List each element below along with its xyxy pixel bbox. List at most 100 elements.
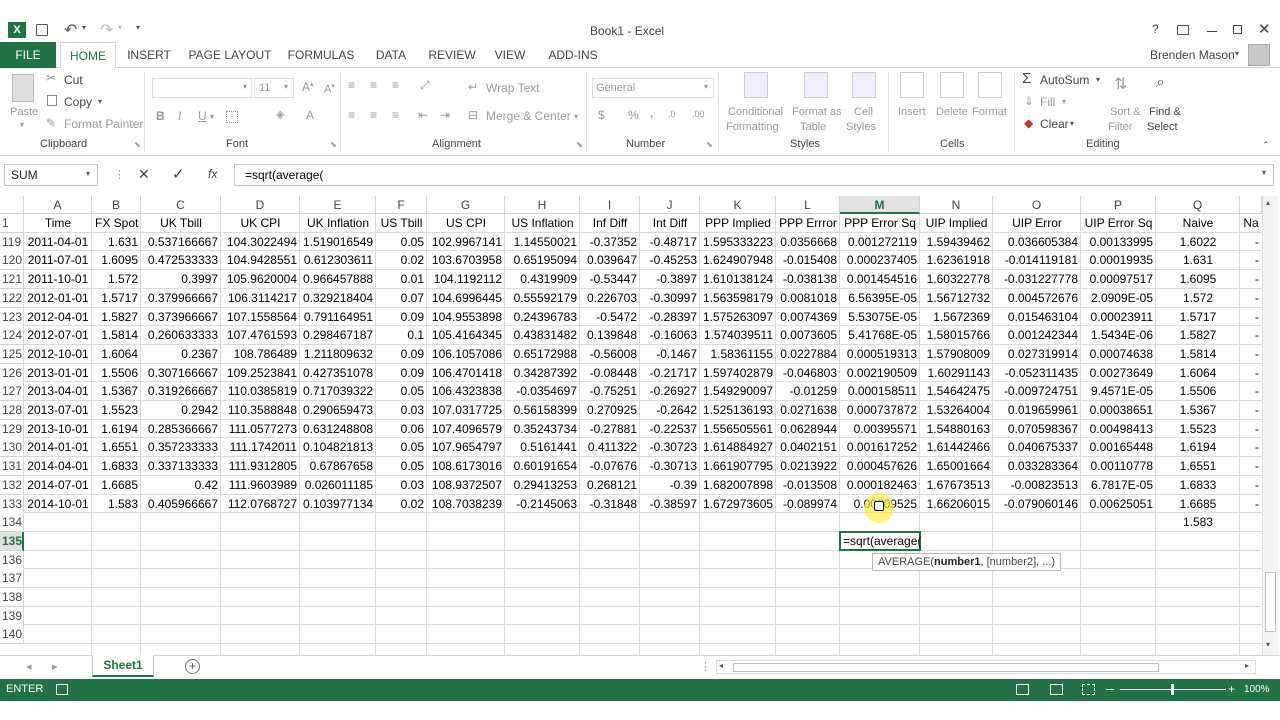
data-cell[interactable]: 106.3114217 xyxy=(221,289,300,308)
save-icon[interactable] xyxy=(36,24,48,36)
data-cell[interactable]: 1.624907948 xyxy=(700,251,776,270)
percent-button[interactable]: % xyxy=(628,108,639,122)
data-cell[interactable]: 1.519016549 xyxy=(300,233,376,252)
data-cell[interactable]: 0.000457626 xyxy=(840,457,920,476)
align-right-icon[interactable]: ≡ xyxy=(392,108,399,122)
column-title[interactable]: UIP Error Sq xyxy=(1081,214,1156,233)
format-as-table-icon[interactable] xyxy=(804,72,828,98)
cell-styles-label2[interactable]: Styles xyxy=(846,121,876,133)
data-cell-partial[interactable]: - xyxy=(1240,345,1262,364)
data-cell[interactable]: 1.5523 xyxy=(92,401,141,420)
data-cell[interactable]: 1.53264004 xyxy=(920,401,993,420)
collapse-ribbon-icon[interactable]: ⌃ xyxy=(1262,140,1270,151)
data-cell[interactable]: 108.9372507 xyxy=(427,476,505,495)
data-cell-partial[interactable]: - xyxy=(1240,495,1262,514)
data-cell[interactable]: 0.00019935 xyxy=(1081,251,1156,270)
column-header[interactable]: F xyxy=(376,196,427,214)
row-header[interactable]: 128 xyxy=(0,401,24,420)
row-header[interactable]: 136 xyxy=(0,550,24,570)
data-cell[interactable]: 0.24396783 xyxy=(505,308,580,327)
data-cell[interactable]: 111.9312805 xyxy=(221,457,300,476)
find-select-button[interactable]: Find & xyxy=(1149,106,1181,118)
data-cell[interactable]: 1.60291143 xyxy=(920,364,993,383)
column-title[interactable]: UK Tbill xyxy=(141,214,221,233)
data-cell[interactable]: 112.0768727 xyxy=(221,495,300,514)
row-header[interactable]: 132 xyxy=(0,475,24,495)
data-cell[interactable]: 1.60322778 xyxy=(920,270,993,289)
conditional-formatting-label2[interactable]: Formatting xyxy=(726,121,779,133)
data-cell[interactable]: 0.00097517 xyxy=(1081,270,1156,289)
format-painter-button[interactable]: Format Painter xyxy=(64,117,143,131)
data-cell[interactable]: 0.05 xyxy=(376,457,427,476)
data-cell[interactable]: 0.0227884 xyxy=(776,345,840,364)
data-cell[interactable]: 1.62361918 xyxy=(920,251,993,270)
data-cell[interactable]: 0.00038651 xyxy=(1081,401,1156,420)
data-cell[interactable]: -0.08448 xyxy=(580,364,640,383)
data-cell-partial[interactable]: - xyxy=(1240,326,1262,345)
name-box-dropdown-icon[interactable]: ▾ xyxy=(86,169,90,178)
data-cell[interactable]: 1.572 xyxy=(1156,289,1240,308)
data-cell[interactable]: 1.5367 xyxy=(1156,401,1240,420)
data-cell[interactable]: 0.09 xyxy=(376,308,427,327)
data-cell[interactable]: 1.6194 xyxy=(92,420,141,439)
data-cell[interactable]: 1.631 xyxy=(1156,251,1240,270)
data-cell[interactable]: 0.43831482 xyxy=(505,326,580,345)
tab-insert[interactable]: INSERT xyxy=(124,42,174,68)
data-cell[interactable]: 0.270925 xyxy=(580,401,640,420)
delete-cells-icon[interactable] xyxy=(940,72,964,98)
data-cell-partial[interactable]: - xyxy=(1240,382,1262,401)
data-cell[interactable]: 0.226703 xyxy=(580,289,640,308)
data-cell[interactable]: -0.28397 xyxy=(640,308,700,327)
column-header[interactable]: H xyxy=(505,196,580,214)
data-cell[interactable]: 104.1192112 xyxy=(427,270,505,289)
italic-button[interactable]: I xyxy=(178,109,181,123)
data-cell[interactable]: 1.6064 xyxy=(1156,364,1240,383)
data-cell[interactable]: 0.0271638 xyxy=(776,401,840,420)
wrap-text-icon[interactable]: ↵ xyxy=(468,80,478,94)
format-as-table-label2[interactable]: Table xyxy=(800,121,826,133)
data-cell[interactable]: 0.357233333 xyxy=(141,438,221,457)
sort-filter-label2[interactable]: Filter xyxy=(1108,121,1132,133)
vscroll-up-icon[interactable]: ▴ xyxy=(1266,198,1270,207)
data-cell[interactable]: 1.595333223 xyxy=(700,233,776,252)
column-title[interactable]: Int Diff xyxy=(640,214,700,233)
data-cell[interactable]: 2014-01-01 xyxy=(24,438,92,457)
insert-cells-button[interactable]: Insert xyxy=(898,106,926,118)
insert-function-icon[interactable]: fx xyxy=(208,167,217,181)
data-cell[interactable]: 0.015463104 xyxy=(993,308,1081,327)
data-cell[interactable]: -0.046803 xyxy=(776,364,840,383)
row-header[interactable]: 120 xyxy=(0,251,24,271)
data-cell[interactable]: 1.6685 xyxy=(92,476,141,495)
column-header[interactable]: B xyxy=(92,196,141,214)
font-color-icon[interactable]: A xyxy=(306,108,314,122)
data-cell[interactable]: 0.791164951 xyxy=(300,308,376,327)
data-cell[interactable]: -0.21717 xyxy=(640,364,700,383)
data-cell[interactable]: 0.5161441 xyxy=(505,438,580,457)
data-cell[interactable]: 0.000237405 xyxy=(840,251,920,270)
data-cell[interactable]: 0.001454516 xyxy=(840,270,920,289)
data-cell[interactable]: 2013-10-01 xyxy=(24,420,92,439)
column-title[interactable]: UIP Error xyxy=(993,214,1081,233)
row-header[interactable]: 129 xyxy=(0,419,24,439)
column-header[interactable] xyxy=(1240,196,1262,214)
row-header[interactable]: 133 xyxy=(0,494,24,514)
data-cell[interactable]: 0.65172988 xyxy=(505,345,580,364)
data-cell[interactable]: 1.661907795 xyxy=(700,457,776,476)
data-cell[interactable]: 107.1558564 xyxy=(221,308,300,327)
data-cell[interactable]: 106.4323838 xyxy=(427,382,505,401)
data-cell[interactable]: 0.329218404 xyxy=(300,289,376,308)
row-header[interactable]: 125 xyxy=(0,344,24,364)
data-cell[interactable]: 0.0213922 xyxy=(776,457,840,476)
column-header[interactable]: L xyxy=(776,196,840,214)
data-cell[interactable]: 110.3588848 xyxy=(221,401,300,420)
data-cell[interactable]: 0.966457888 xyxy=(300,270,376,289)
data-cell[interactable]: 0.2942 xyxy=(141,401,221,420)
data-cell[interactable]: 0.631248808 xyxy=(300,420,376,439)
grow-font-icon[interactable]: A▴ xyxy=(302,80,314,94)
data-cell[interactable]: 0.319266667 xyxy=(141,382,221,401)
data-cell[interactable]: 107.0317725 xyxy=(427,401,505,420)
column-title[interactable]: US CPI xyxy=(427,214,505,233)
data-cell[interactable]: 2012-04-01 xyxy=(24,308,92,327)
align-middle-icon[interactable]: ≡ xyxy=(370,78,377,92)
data-cell[interactable]: 0.00165448 xyxy=(1081,438,1156,457)
